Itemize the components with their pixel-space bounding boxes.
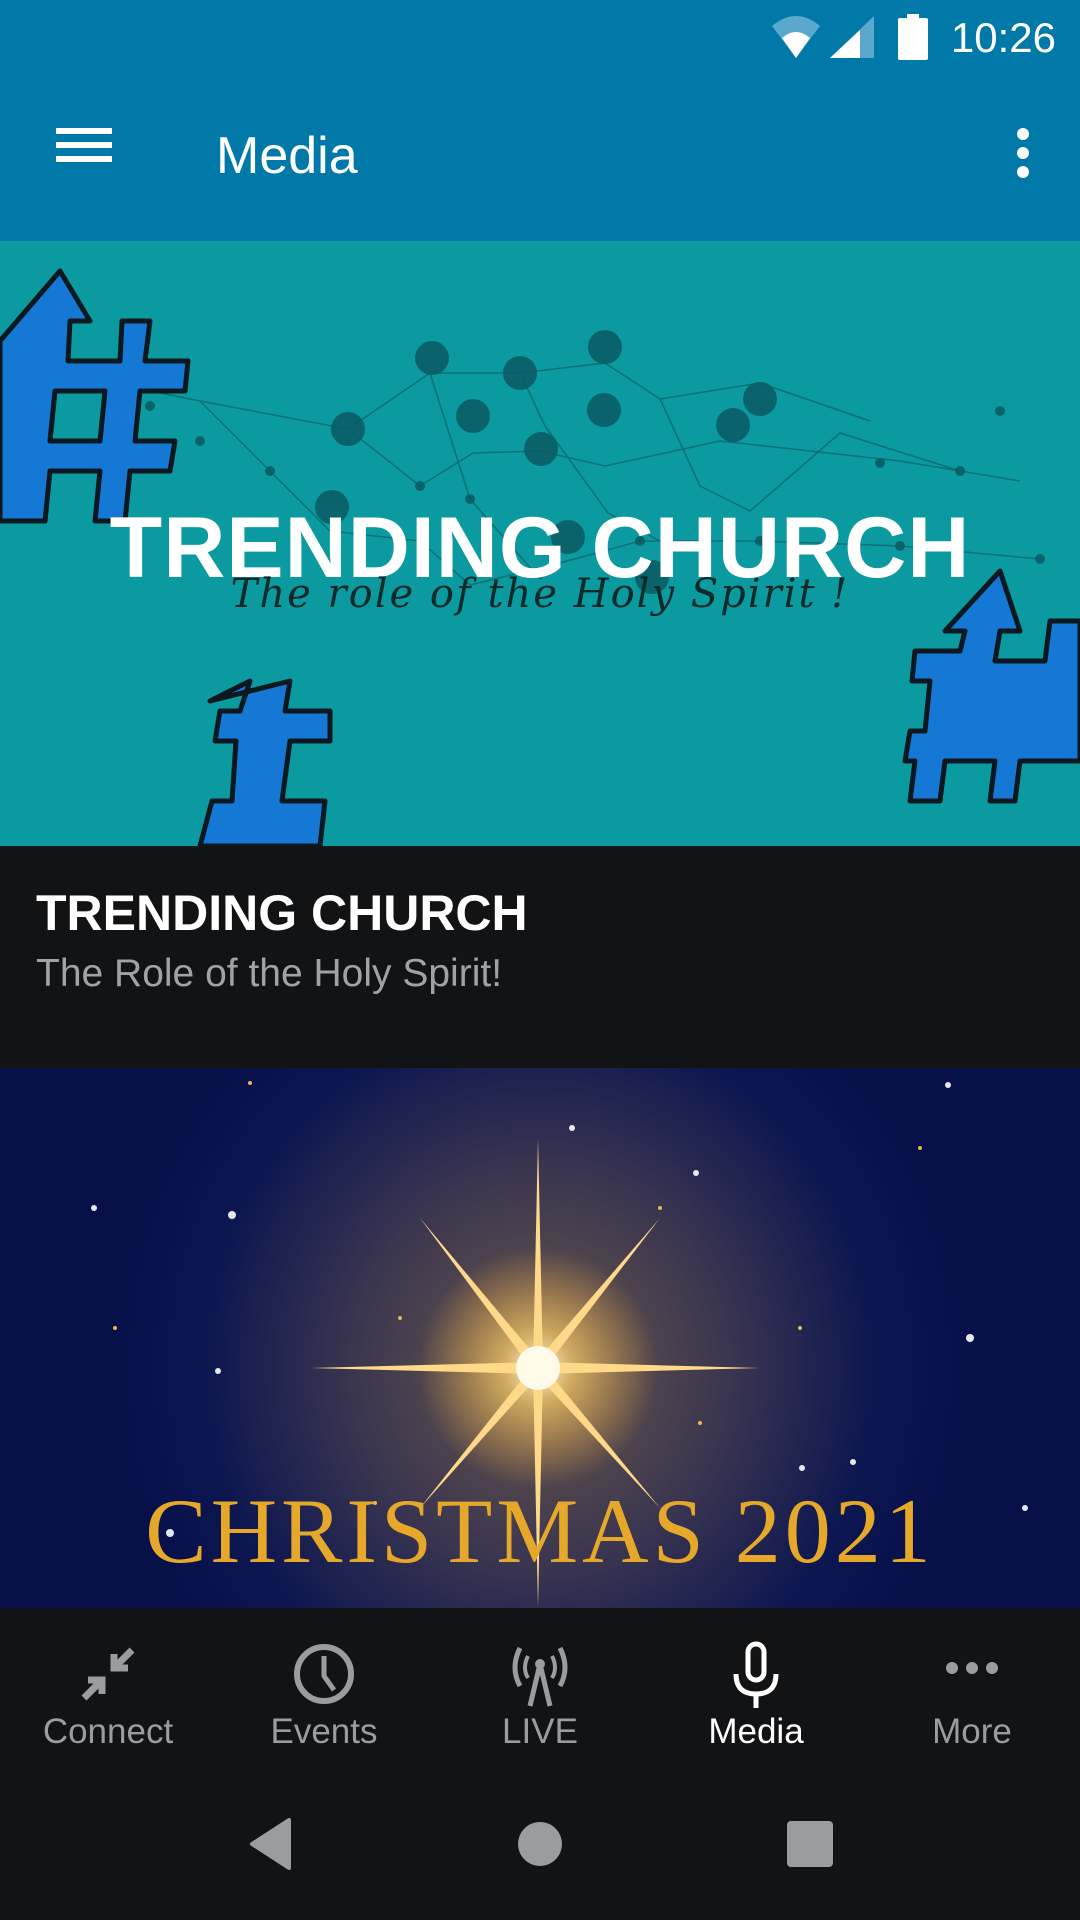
media-card[interactable]: CHRISTMAS 2021 bbox=[0, 1068, 1080, 1608]
media-thumbnail[interactable]: TRENDING CHURCH The role of the Holy Spi… bbox=[0, 241, 1080, 846]
home-icon bbox=[518, 1822, 562, 1866]
back-icon bbox=[250, 1818, 291, 1870]
battery-icon bbox=[898, 14, 928, 60]
clock-icon bbox=[294, 1644, 354, 1704]
menu-button[interactable] bbox=[40, 118, 130, 198]
tab-more[interactable]: More bbox=[864, 1608, 1080, 1758]
back-button[interactable] bbox=[224, 1798, 314, 1888]
thumbnail-script-text: The role of the Holy Spirit ! bbox=[230, 571, 850, 617]
bottom-nav: Connect Events LIVE Media More bbox=[0, 1608, 1080, 1758]
hamburger-menu-icon bbox=[56, 128, 112, 162]
tab-label: LIVE bbox=[502, 1712, 578, 1751]
app-bar: Media bbox=[0, 78, 1080, 241]
tab-media[interactable]: Media bbox=[648, 1608, 864, 1758]
more-vert-icon bbox=[1017, 128, 1029, 178]
cell-signal-icon bbox=[830, 16, 874, 58]
media-subtitle: The Role of the Holy Spirit! bbox=[36, 952, 503, 995]
system-nav-bar bbox=[0, 1758, 1080, 1920]
tab-live[interactable]: LIVE bbox=[432, 1608, 648, 1758]
media-feed[interactable]: TRENDING CHURCH The role of the Holy Spi… bbox=[0, 241, 1080, 1608]
tab-label: More bbox=[932, 1712, 1012, 1751]
more-horiz-icon bbox=[946, 1662, 998, 1674]
status-bar: 10:26 bbox=[0, 0, 1080, 78]
broadcast-tower-icon bbox=[512, 1646, 568, 1707]
home-button[interactable] bbox=[495, 1798, 585, 1888]
wifi-icon bbox=[772, 16, 820, 58]
tab-label: Events bbox=[270, 1712, 378, 1751]
status-time: 10:26 bbox=[950, 14, 1056, 61]
media-title: TRENDING CHURCH bbox=[36, 885, 528, 941]
page-title: Media bbox=[216, 127, 358, 185]
overflow-menu-button[interactable] bbox=[988, 118, 1058, 198]
recents-button[interactable] bbox=[765, 1798, 855, 1888]
media-card[interactable]: TRENDING CHURCH The role of the Holy Spi… bbox=[0, 241, 1080, 1068]
media-card-meta[interactable]: TRENDING CHURCH The Role of the Holy Spi… bbox=[0, 846, 1080, 1068]
thumbnail-headline: CHRISTMAS 2021 bbox=[145, 1480, 935, 1582]
media-thumbnail[interactable]: CHRISTMAS 2021 bbox=[0, 1068, 1080, 1608]
recents-icon bbox=[787, 1821, 833, 1867]
tab-label: Connect bbox=[42, 1712, 174, 1751]
connect-arrows-icon bbox=[81, 1647, 135, 1701]
microphone-icon bbox=[733, 1641, 779, 1708]
tab-connect[interactable]: Connect bbox=[0, 1608, 216, 1758]
tab-label: Media bbox=[708, 1712, 804, 1751]
tab-events[interactable]: Events bbox=[216, 1608, 432, 1758]
